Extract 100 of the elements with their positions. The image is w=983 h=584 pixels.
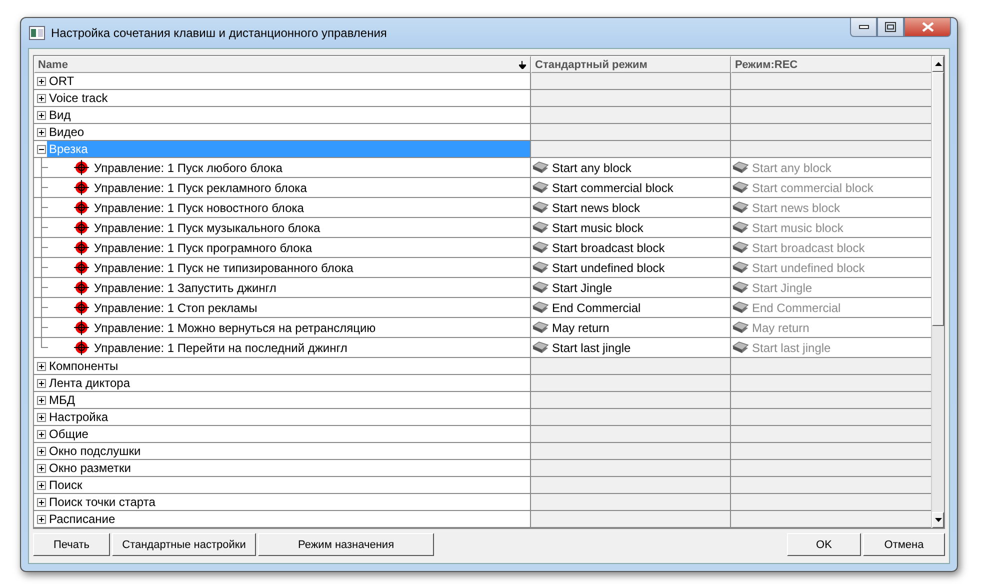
target-icon	[74, 300, 89, 315]
close-button[interactable]	[904, 18, 951, 37]
scroll-up-button[interactable]	[932, 56, 944, 72]
command-label[interactable]: Управление: 1 Пуск музыкального блока	[94, 220, 320, 234]
key-binding[interactable]: Start broadcast block	[552, 240, 665, 254]
tree-group-item[interactable]: Лента диктора	[48, 375, 132, 391]
tree-group-item[interactable]: Поиск точки старта	[48, 494, 158, 510]
key-binding[interactable]: Start undefined block	[552, 260, 665, 274]
expander-icon[interactable]	[37, 76, 46, 86]
expander-icon[interactable]	[37, 498, 46, 506]
key-binding[interactable]: End Commercial	[752, 300, 841, 314]
key-binding[interactable]: Start music block	[552, 220, 644, 234]
expander-icon[interactable]	[37, 144, 46, 154]
expander-icon[interactable]	[37, 412, 46, 422]
target-icon	[74, 260, 89, 275]
dialog-button[interactable]: Стандартные настройки	[112, 533, 256, 556]
keyboard-icon	[532, 220, 549, 234]
expander-icon[interactable]	[37, 110, 46, 120]
key-binding[interactable]: Start any block	[552, 160, 632, 174]
keyboard-icon	[732, 160, 749, 174]
command-label[interactable]: Управление: 1 Можно вернуться на ретрансляцию	[94, 320, 376, 334]
target-icon	[74, 240, 89, 255]
key-binding[interactable]: Start broadcast block	[752, 240, 865, 254]
expander-icon[interactable]	[37, 430, 46, 438]
command-label[interactable]: Управление: 1 Запустить джингл	[94, 280, 276, 294]
target-icon	[74, 200, 89, 215]
keyboard-icon	[532, 320, 549, 334]
keyboard-icon	[532, 280, 549, 294]
tree-group-item[interactable]: Вид	[48, 107, 73, 123]
key-binding[interactable]: May return	[552, 320, 610, 334]
maximize-button[interactable]	[877, 18, 904, 37]
expander-icon[interactable]	[37, 480, 46, 490]
key-binding[interactable]: Start news block	[752, 200, 840, 214]
column-header[interactable]: Name	[34, 56, 531, 73]
window-icon	[29, 26, 45, 40]
tree-group-item[interactable]: Поиск	[48, 477, 84, 493]
key-binding[interactable]: Start last jingle	[552, 340, 631, 354]
expander-icon[interactable]	[37, 464, 46, 472]
keyboard-icon	[532, 180, 549, 194]
tree-group-item[interactable]: Компоненты	[48, 358, 120, 374]
vertical-scrollbar[interactable]	[931, 56, 944, 528]
up-arrow-icon	[934, 62, 942, 66]
key-binding[interactable]: May return	[752, 320, 810, 334]
key-binding[interactable]: Start commercial block	[752, 180, 874, 194]
key-binding[interactable]: Start last jingle	[752, 340, 831, 354]
command-label[interactable]: Управление: 1 Пуск новостного блока	[94, 200, 304, 214]
command-label[interactable]: Управление: 1 Пуск програмного блока	[94, 240, 312, 254]
minimize-icon	[858, 25, 868, 29]
command-label[interactable]: Управление: 1 Пуск любого блока	[94, 160, 282, 174]
keyboard-icon	[732, 260, 749, 274]
keyboard-icon	[732, 220, 749, 234]
dialog-button[interactable]: OK	[787, 533, 861, 556]
key-binding[interactable]: Start commercial block	[552, 180, 674, 194]
target-icon	[74, 220, 89, 235]
key-binding[interactable]: Start music block	[752, 220, 844, 234]
keyboard-icon	[732, 240, 749, 254]
expander-icon[interactable]	[37, 94, 46, 102]
tree-group-item[interactable]: Настройка	[48, 409, 110, 425]
target-icon	[74, 160, 89, 175]
target-icon	[74, 280, 89, 295]
key-binding[interactable]: End Commercial	[552, 300, 641, 314]
command-label[interactable]: Управление: 1 Пуск рекламного блока	[94, 180, 307, 194]
command-label[interactable]: Управление: 1 Перейти на последний джингл	[94, 340, 348, 354]
expander-icon[interactable]	[37, 514, 46, 524]
minimize-button[interactable]	[850, 18, 877, 37]
target-icon	[74, 340, 89, 355]
keyboard-icon	[732, 280, 749, 294]
keyboard-icon	[532, 240, 549, 254]
dialog-button[interactable]: Печать	[33, 533, 110, 556]
key-binding[interactable]: Start Jingle	[752, 280, 812, 294]
key-binding[interactable]: Start undefined block	[752, 260, 865, 274]
scroll-thumb[interactable]	[932, 72, 944, 326]
command-label[interactable]: Управление: 1 Пуск не типизированного блока	[94, 260, 354, 274]
keyboard-icon	[732, 320, 749, 334]
tree-group-item[interactable]: Расписание	[48, 511, 118, 527]
tree-group-item[interactable]: Общие	[48, 426, 90, 442]
tree-group-item[interactable]: Окно разметки	[48, 460, 133, 476]
scroll-down-button[interactable]	[932, 512, 944, 528]
tree-group-item[interactable]: ORT	[48, 73, 76, 89]
column-header[interactable]: Стандартный режим	[531, 56, 731, 73]
dialog-button[interactable]: Отмена	[863, 533, 945, 556]
expander-icon[interactable]	[37, 446, 46, 456]
keyboard-icon	[732, 180, 749, 194]
keyboard-icon	[532, 200, 549, 214]
target-icon	[74, 320, 89, 335]
tree-group-item[interactable]: Окно подслушки	[48, 443, 143, 459]
column-header[interactable]: Режим:REC	[731, 56, 931, 73]
key-binding[interactable]: Start news block	[552, 200, 640, 214]
down-arrow-icon	[934, 518, 942, 522]
key-binding[interactable]: Start any block	[752, 160, 832, 174]
expander-icon[interactable]	[37, 128, 46, 136]
dialog-button[interactable]: Режим назначения	[258, 533, 434, 556]
tree-group-item[interactable]: Видео	[48, 124, 86, 140]
expander-icon[interactable]	[37, 362, 46, 370]
tree-group-item[interactable]: Voice track	[48, 90, 110, 106]
key-binding[interactable]: Start Jingle	[552, 280, 612, 294]
expander-icon[interactable]	[37, 396, 46, 404]
tree-group-item[interactable]: МБД	[48, 392, 77, 408]
expander-icon[interactable]	[37, 378, 46, 388]
command-label[interactable]: Управление: 1 Стоп рекламы	[94, 300, 258, 314]
